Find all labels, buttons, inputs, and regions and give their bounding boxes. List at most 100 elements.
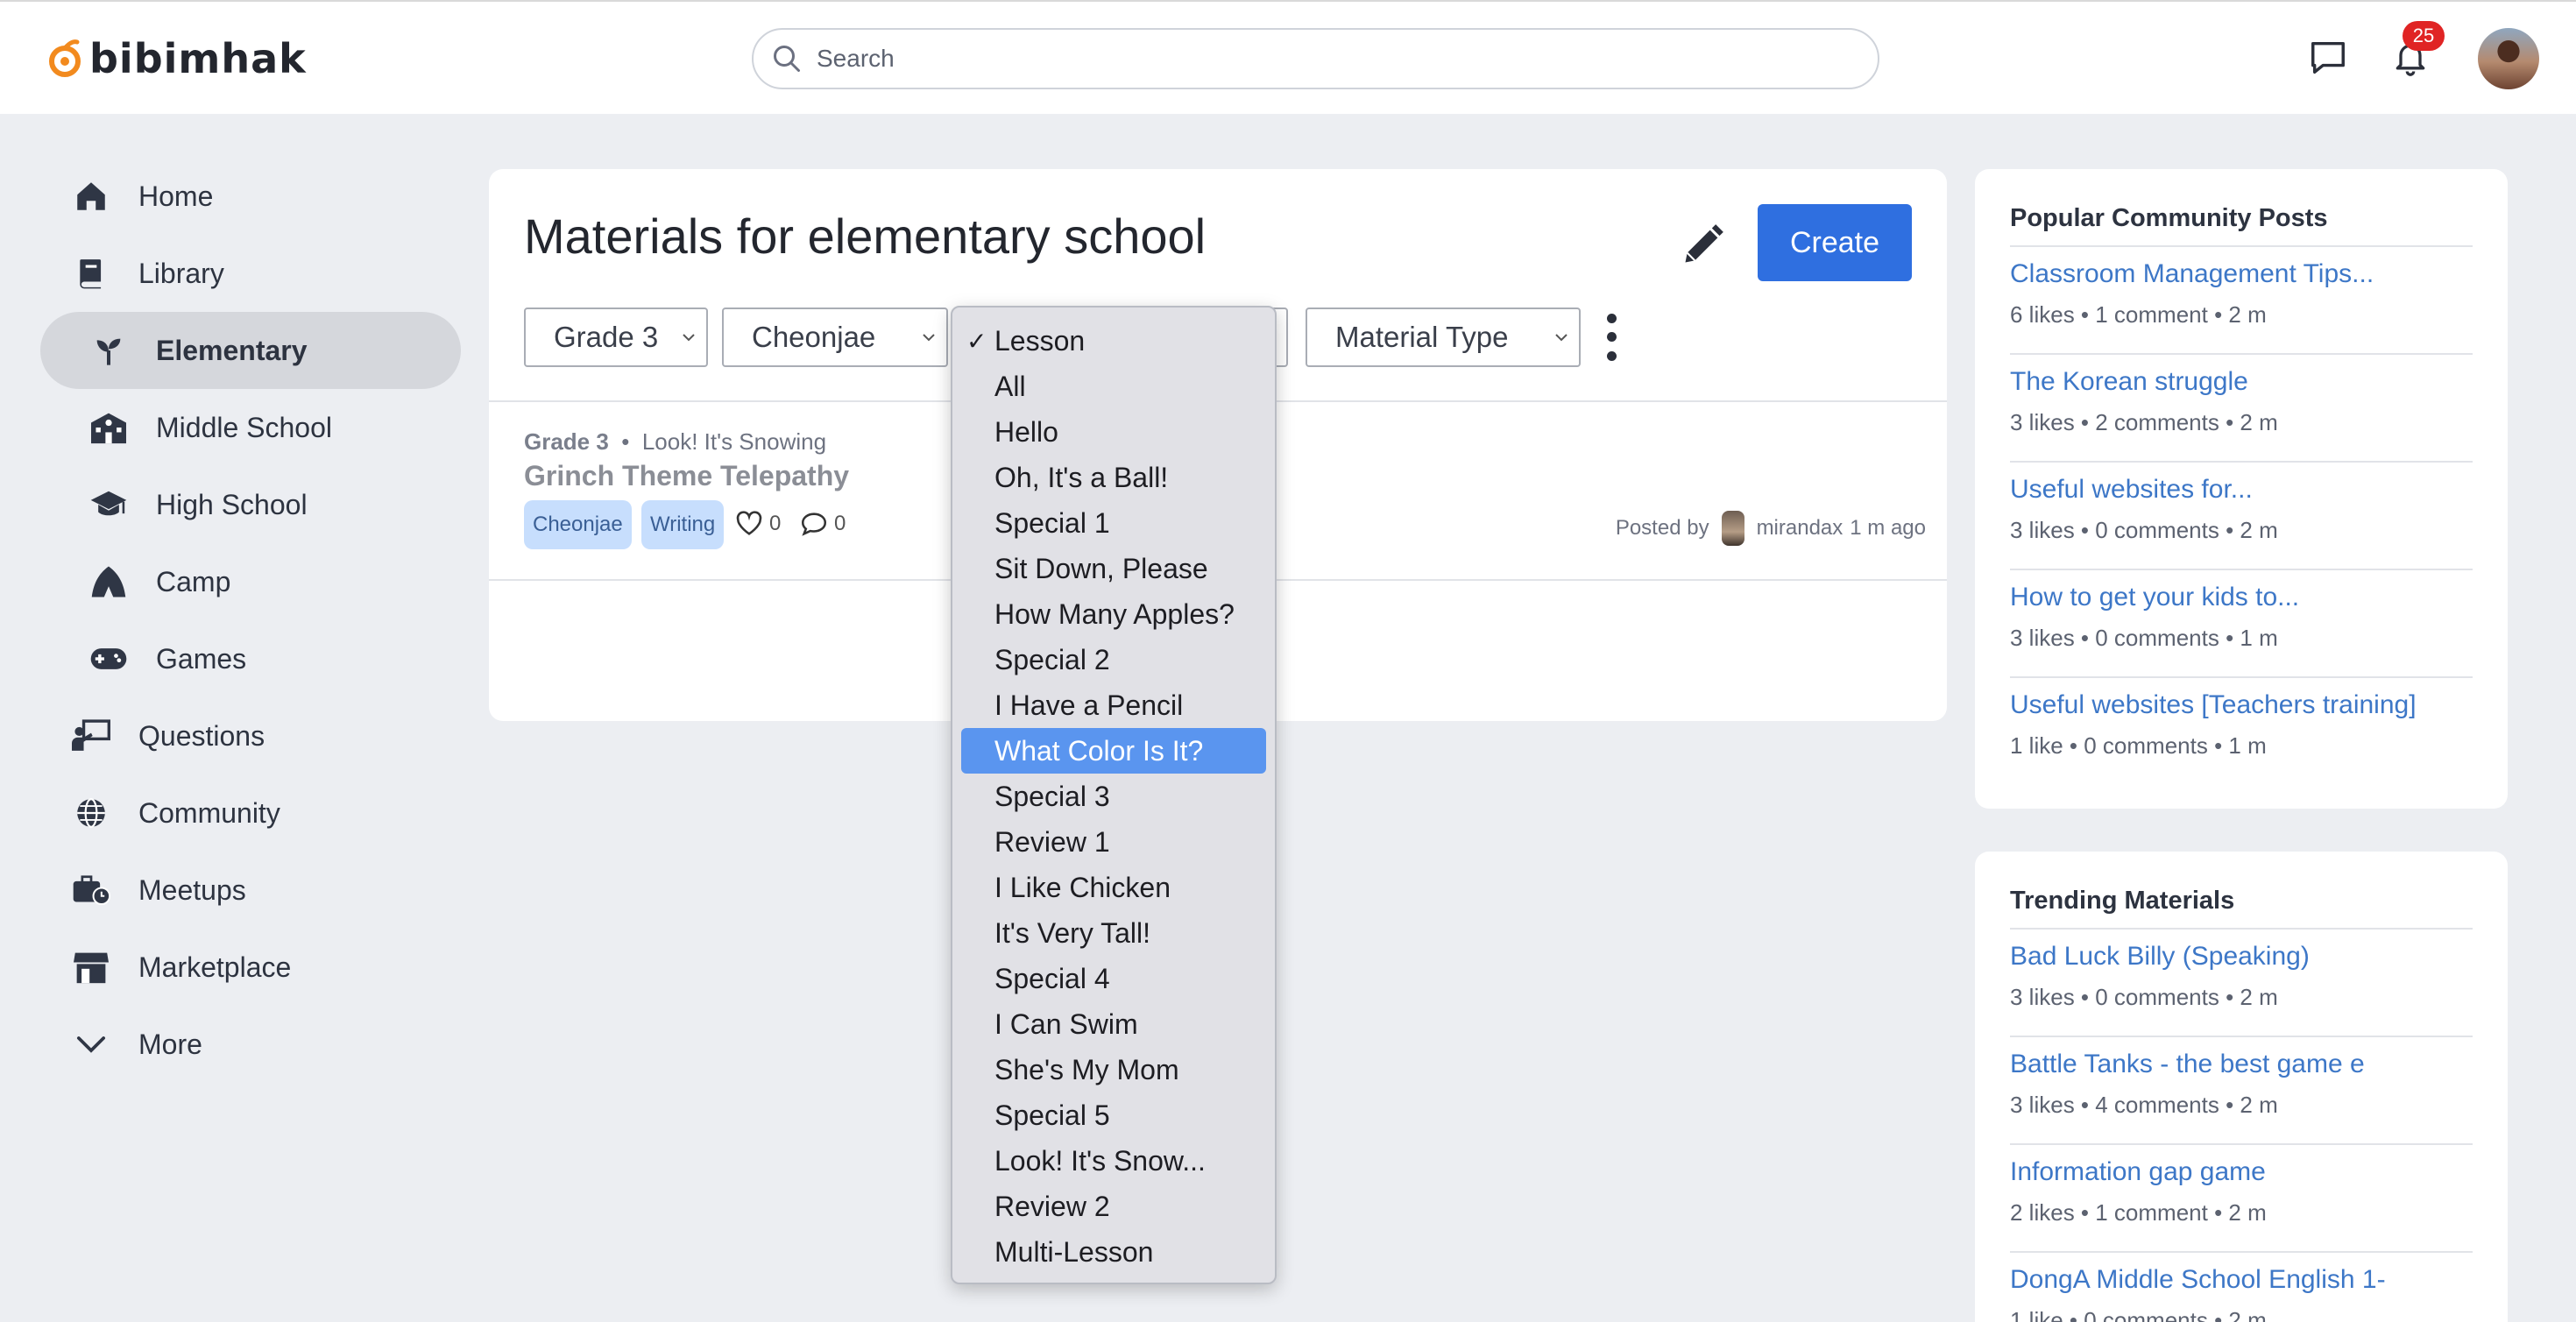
option-label: Lesson <box>994 324 1086 357</box>
sidebar-item-games[interactable]: Games <box>40 620 461 697</box>
option-label: Special 4 <box>994 962 1110 994</box>
trending-link[interactable]: Bad Luck Billy (Speaking) <box>2010 942 2473 972</box>
grade-select[interactable]: Grade 3 <box>524 308 708 367</box>
chevron-down-icon <box>72 1025 110 1064</box>
dropdown-option[interactable]: Review 1 <box>961 819 1266 865</box>
popular-post-link[interactable]: Useful websites [Teachers training] <box>2010 690 2473 720</box>
book-icon <box>72 254 110 293</box>
search-input[interactable] <box>817 45 1824 73</box>
like-counter[interactable]: 0 <box>734 509 781 539</box>
option-label: Review 2 <box>994 1190 1110 1222</box>
messages-button[interactable] <box>2304 33 2352 81</box>
create-button[interactable]: Create <box>1758 204 1912 281</box>
popular-post-stats: 3 likes • 0 comments • 1 m <box>2010 625 2278 651</box>
sidebar-item-meetups[interactable]: Meetups <box>40 852 461 929</box>
dropdown-option-selected[interactable]: ✓ Lesson <box>961 318 1266 364</box>
dropdown-option[interactable]: Hello <box>961 409 1266 455</box>
dropdown-option[interactable]: Look! It's Snow... <box>961 1138 1266 1184</box>
dropdown-option[interactable]: Special 4 <box>961 956 1266 1001</box>
trending-item: Information gap game 2 likes • 1 comment… <box>2010 1145 2473 1253</box>
trending-materials-card: Trending Materials Bad Luck Billy (Speak… <box>1975 852 2508 1322</box>
storefront-icon <box>72 948 110 986</box>
sprout-icon <box>89 331 128 370</box>
pencil-icon <box>1685 224 1723 263</box>
comment-counter[interactable]: 0 <box>799 509 846 539</box>
material-type-select-value: Material Type <box>1335 321 1509 353</box>
option-label: Special 3 <box>994 780 1110 812</box>
dropdown-option[interactable]: Oh, It's a Ball! <box>961 455 1266 500</box>
search-icon <box>774 46 800 72</box>
dropdown-option[interactable]: Sit Down, Please <box>961 546 1266 591</box>
checkmark-icon: ✓ <box>966 327 987 355</box>
dropdown-option[interactable]: Special 3 <box>961 774 1266 819</box>
dropdown-option[interactable]: Review 2 <box>961 1184 1266 1229</box>
author-avatar[interactable] <box>1721 511 1744 546</box>
dropdown-option[interactable]: I Like Chicken <box>961 865 1266 910</box>
sidebar-item-middle-school[interactable]: Middle School <box>40 389 461 466</box>
dropdown-option[interactable]: Special 2 <box>961 637 1266 682</box>
dropdown-option[interactable]: She's My Mom <box>961 1047 1266 1092</box>
globe-icon <box>72 794 110 832</box>
popular-posts-title: Popular Community Posts <box>2010 204 2473 247</box>
popular-post-link[interactable]: Useful websites for... <box>2010 475 2473 505</box>
option-label: Special 1 <box>994 506 1110 539</box>
sidebar-item-elementary[interactable]: Elementary <box>40 312 461 389</box>
sidebar-item-more[interactable]: More <box>40 1006 461 1083</box>
sidebar-item-library[interactable]: Library <box>40 235 461 312</box>
search-bar[interactable] <box>752 28 1879 89</box>
post-title[interactable]: Grinch Theme Telepathy <box>524 460 849 492</box>
user-avatar[interactable] <box>2478 28 2539 89</box>
dropdown-option-highlighted[interactable]: What Color Is It? <box>961 728 1266 774</box>
kebab-dot-icon <box>1606 314 1617 324</box>
notification-count-badge: 25 <box>2403 21 2445 51</box>
dropdown-option[interactable]: I Can Swim <box>961 1001 1266 1047</box>
popular-post-link[interactable]: The Korean struggle <box>2010 367 2473 397</box>
sidebar-item-home[interactable]: Home <box>40 158 461 235</box>
dropdown-option[interactable]: I Have a Pencil <box>961 682 1266 728</box>
post-author[interactable]: mirandax <box>1757 516 1844 541</box>
sidebar-item-marketplace[interactable]: Marketplace <box>40 929 461 1006</box>
trending-link[interactable]: Information gap game <box>2010 1157 2473 1187</box>
brand-logo[interactable]: bibimhak <box>46 35 307 82</box>
sidebar-item-label: Camp <box>156 565 231 597</box>
sidebar-item-label: Community <box>138 796 280 829</box>
popular-post-item: Classroom Management Tips... 6 likes • 1… <box>2010 247 2473 355</box>
sidebar-item-community[interactable]: Community <box>40 774 461 852</box>
trending-stats: 1 like • 0 comments • 2 m <box>2010 1307 2267 1322</box>
popular-post-link[interactable]: Classroom Management Tips... <box>2010 259 2473 289</box>
option-label: What Color Is It? <box>994 734 1204 767</box>
edit-button[interactable] <box>1672 215 1733 276</box>
tag-chip[interactable]: Cheonjae <box>524 500 632 549</box>
popular-post-stats: 1 like • 0 comments • 1 m <box>2010 732 2267 759</box>
more-options-button[interactable] <box>1598 309 1624 365</box>
sidebar-item-high-school[interactable]: High School <box>40 466 461 543</box>
material-type-select[interactable]: Material Type <box>1306 308 1581 367</box>
sidebar-item-questions[interactable]: Questions <box>40 697 461 774</box>
popular-post-item: The Korean struggle 3 likes • 2 comments… <box>2010 355 2473 463</box>
popular-post-link[interactable]: How to get your kids to... <box>2010 583 2473 612</box>
trending-link[interactable]: DongA Middle School English 1- <box>2010 1265 2473 1295</box>
dropdown-option[interactable]: Special 5 <box>961 1092 1266 1138</box>
popular-post-stats: 6 likes • 1 comment • 2 m <box>2010 301 2267 328</box>
dropdown-option[interactable]: Multi-Lesson <box>961 1229 1266 1275</box>
heart-icon <box>736 511 762 535</box>
trending-link[interactable]: Battle Tanks - the best game e <box>2010 1050 2473 1079</box>
chevron-down-icon <box>923 334 935 342</box>
option-label: Look! It's Snow... <box>994 1144 1206 1177</box>
sidebar-item-label: High School <box>156 488 308 520</box>
dropdown-option[interactable]: It's Very Tall! <box>961 910 1266 956</box>
tag-chip[interactable]: Writing <box>641 500 725 549</box>
dropdown-option[interactable]: All <box>961 364 1266 409</box>
chevron-down-icon <box>683 334 695 342</box>
comment-count: 0 <box>834 512 846 535</box>
sidebar-item-label: Marketplace <box>138 951 292 983</box>
publisher-select[interactable]: Cheonjae <box>722 308 948 367</box>
option-label: Multi-Lesson <box>994 1235 1154 1268</box>
dropdown-option[interactable]: How Many Apples? <box>961 591 1266 637</box>
dropdown-option[interactable]: Special 1 <box>961 500 1266 546</box>
school-building-icon <box>89 408 128 447</box>
post-time: 1 m ago <box>1850 516 1926 540</box>
option-label: I Can Swim <box>994 1007 1138 1040</box>
kebab-dot-icon <box>1606 332 1617 343</box>
sidebar-item-camp[interactable]: Camp <box>40 543 461 620</box>
